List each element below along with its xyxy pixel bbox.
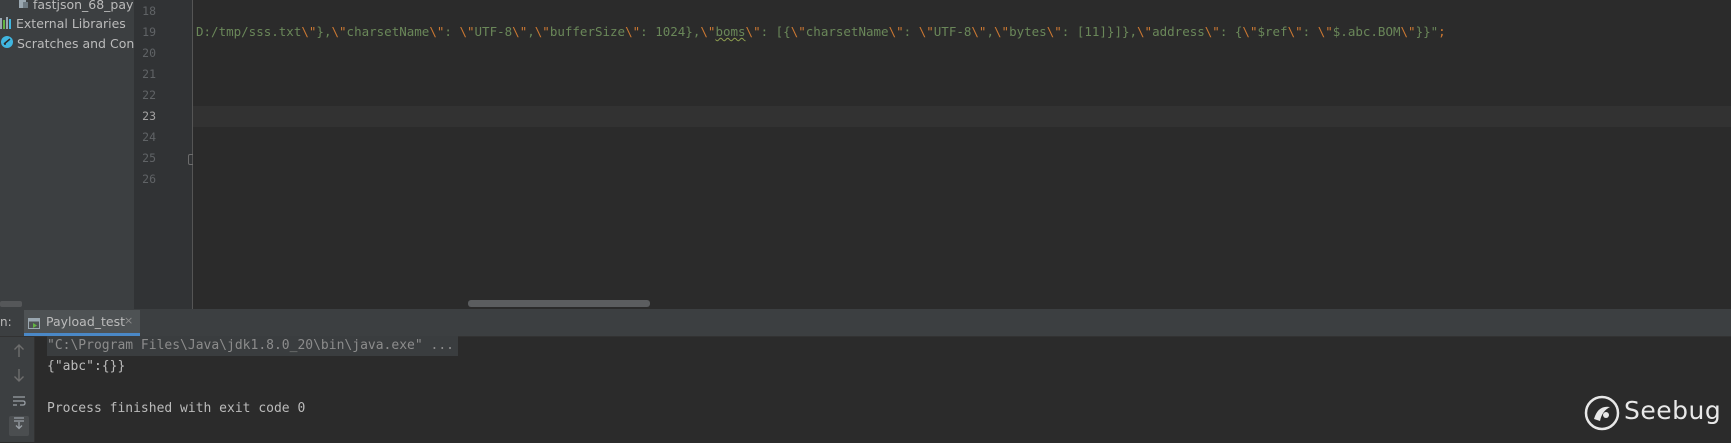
code-string-token: address bbox=[1152, 24, 1205, 39]
code-string-token: charsetName bbox=[346, 24, 430, 39]
code-escape-token: \" bbox=[790, 24, 806, 39]
tree-item-label: fastjson_68_paylo bbox=[33, 0, 134, 12]
run-toolbar bbox=[0, 337, 35, 442]
code-escape-token: \" bbox=[1400, 24, 1416, 39]
tab-label: Payload_test bbox=[46, 314, 126, 329]
project-sidebar: fastjson_68_paylo External Libraries Scr… bbox=[0, 0, 134, 309]
code-escape-token: \" bbox=[1317, 24, 1333, 39]
seebug-watermark-text: Seebug bbox=[1624, 396, 1722, 425]
caret-row-highlight bbox=[193, 106, 1731, 127]
line-number: 22 bbox=[142, 88, 156, 102]
code-escape-token: \" bbox=[994, 24, 1010, 39]
seebug-logo-icon bbox=[1584, 395, 1620, 431]
scroll-to-end-icon[interactable] bbox=[9, 416, 29, 436]
code-escape-token: \" bbox=[1242, 24, 1258, 39]
code-string-token: bytes bbox=[1009, 24, 1047, 39]
code-escape-token: ; bbox=[1438, 24, 1446, 39]
code-string-token: , bbox=[986, 24, 994, 39]
code-string-token: : [{ bbox=[760, 24, 791, 39]
code-line-19[interactable]: D:/tmp/sss.txt\"},\"charsetName\": \"UTF… bbox=[196, 21, 1446, 42]
line-number: 20 bbox=[142, 46, 156, 60]
tree-item-label: External Libraries bbox=[16, 16, 126, 31]
code-escape-token: \" bbox=[459, 24, 475, 39]
line-number: 18 bbox=[142, 4, 156, 18]
code-escape-token: \" bbox=[971, 24, 987, 39]
tree-item-label: Scratches and Consc bbox=[17, 36, 134, 51]
code-escape-token: \" bbox=[625, 24, 641, 39]
code-string-token: }, bbox=[316, 24, 332, 39]
tree-item-fastjson-file[interactable]: fastjson_68_paylo bbox=[18, 0, 134, 15]
code-string-token: bufferSize bbox=[549, 24, 626, 39]
up-arrow-icon[interactable] bbox=[9, 344, 29, 364]
run-tab-bar bbox=[0, 309, 1731, 337]
line-number: 25 bbox=[142, 151, 156, 165]
console-exit-message: Process finished with exit code 0 bbox=[47, 401, 306, 416]
code-string-token: }}" bbox=[1415, 24, 1439, 39]
code-escape-token: \" bbox=[700, 24, 716, 39]
code-string-token: : bbox=[903, 24, 919, 39]
code-string-token: charsetName bbox=[805, 24, 889, 39]
code-escape-token: \" bbox=[1046, 24, 1062, 39]
code-string-token: : [11]}]}, bbox=[1061, 24, 1138, 39]
editor-horizontal-scrollbar[interactable] bbox=[468, 300, 650, 307]
code-escape-token: \" bbox=[534, 24, 550, 39]
sidebar-scrollbar[interactable] bbox=[0, 301, 22, 307]
run-config-icon bbox=[28, 315, 41, 329]
code-string-token: $.abc.BOM bbox=[1332, 24, 1401, 39]
code-string-token: : 1024}, bbox=[640, 24, 701, 39]
code-string-token: : bbox=[1302, 24, 1318, 39]
line-number-current: 23 bbox=[142, 109, 156, 123]
tree-item-scratches[interactable]: Scratches and Consc bbox=[0, 34, 134, 54]
code-escape-token: \" bbox=[512, 24, 528, 39]
line-number: 24 bbox=[142, 130, 156, 144]
code-escape-token: \" bbox=[1204, 24, 1220, 39]
code-string-token: : { bbox=[1219, 24, 1243, 39]
tree-item-external-libraries[interactable]: External Libraries bbox=[0, 14, 126, 34]
code-string-token: : bbox=[444, 24, 460, 39]
code-escape-token: \" bbox=[301, 24, 317, 39]
code-string-token: D:/tmp/sss.txt bbox=[196, 24, 302, 39]
code-escape-token: \" bbox=[1137, 24, 1153, 39]
code-escape-token: \" bbox=[918, 24, 934, 39]
line-number: 26 bbox=[142, 172, 156, 186]
code-string-token: UTF-8 bbox=[933, 24, 972, 39]
code-escape-token: \" bbox=[745, 24, 761, 39]
code-escape-token: \" bbox=[429, 24, 445, 39]
code-escape-token: \" bbox=[331, 24, 347, 39]
scratches-icon bbox=[0, 35, 14, 55]
line-number: 19 bbox=[142, 25, 156, 39]
console-command-line: "C:\Program Files\Java\jdk1.8.0_20\bin\j… bbox=[47, 336, 458, 356]
run-window-label: n: bbox=[0, 315, 12, 329]
down-arrow-icon[interactable] bbox=[9, 368, 29, 388]
libraries-icon bbox=[0, 15, 13, 35]
code-escape-token: \" bbox=[1287, 24, 1303, 39]
close-icon[interactable]: × bbox=[124, 314, 133, 327]
code-escape-token: \" bbox=[888, 24, 904, 39]
code-string-token: UTF-8 bbox=[474, 24, 513, 39]
soft-wrap-icon[interactable] bbox=[9, 393, 29, 413]
editor-gutter: 18 19 20 21 22 23 24 25 26 bbox=[134, 0, 193, 309]
code-editor[interactable] bbox=[193, 0, 1731, 309]
code-string-token: boms bbox=[715, 24, 746, 39]
line-number: 21 bbox=[142, 67, 156, 81]
console-output-result: {"abc":{}} bbox=[47, 359, 126, 374]
code-string-token: , bbox=[527, 24, 535, 39]
code-string-token: $ref bbox=[1257, 24, 1288, 39]
